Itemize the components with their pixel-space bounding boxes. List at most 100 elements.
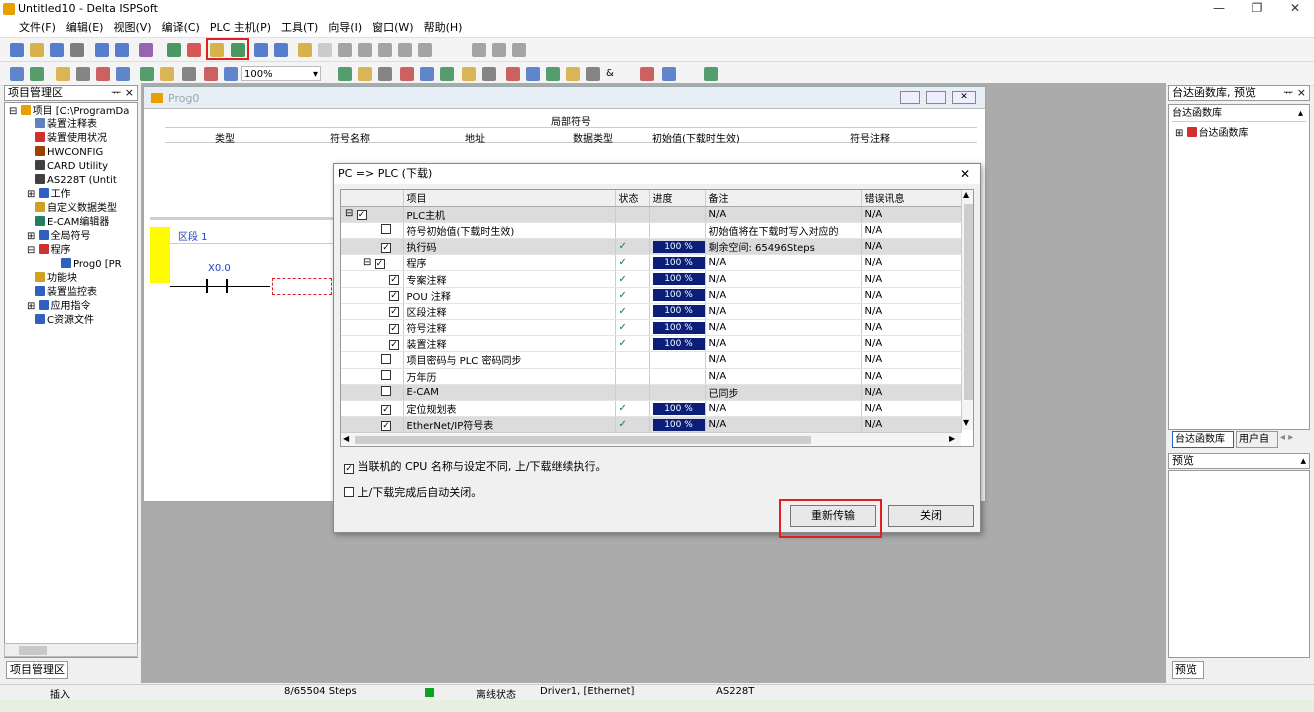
maximize-button[interactable]: ❐ (1238, 0, 1276, 18)
toolbar-icon[interactable] (482, 67, 496, 81)
tree-item[interactable]: C资源文件 (35, 314, 94, 327)
toolbar-icon[interactable] (506, 67, 520, 81)
row-checkbox[interactable]: ✓ (381, 242, 391, 253)
table-row[interactable]: ⊟ ✓ PLC主机 N/A N/A (341, 206, 962, 223)
toolbar-icon[interactable] (358, 43, 372, 57)
toolbar-icon[interactable] (462, 67, 476, 81)
toolbar-icon[interactable] (378, 67, 392, 81)
toolbar-icon[interactable] (298, 43, 312, 57)
toolbar-icon[interactable] (10, 43, 24, 57)
toolbar-icon[interactable] (338, 67, 352, 81)
toolbar-icon[interactable] (95, 43, 109, 57)
vscroll-thumb[interactable] (964, 204, 973, 400)
menu-item-0[interactable]: 文件(F) (14, 18, 61, 38)
tree-cell[interactable] (341, 351, 404, 369)
tree-item[interactable]: 自定义数据类型 (35, 202, 117, 215)
tab-scroll-arrows[interactable]: ◂ ▸ (1280, 432, 1293, 443)
toolbar-icon[interactable] (96, 67, 110, 81)
menu-item-8[interactable]: 帮助(H) (419, 18, 468, 38)
table-row[interactable]: 万年历 N/A N/A (341, 368, 962, 385)
table-row[interactable]: ⊟ ✓ 程序 ✓ 100 % N/A N/A (341, 254, 962, 272)
checkbox-autoclose[interactable] (344, 487, 354, 497)
table-row[interactable]: ✓ 执行码 ✓ 100 % 剩余空间: 65496Steps N/A (341, 238, 962, 256)
toolbar-icon[interactable] (398, 43, 412, 57)
tree-item[interactable]: ⊟ 项目 [C:\ProgramDa (9, 105, 129, 118)
toolbar-icon[interactable] (204, 67, 218, 81)
panel-pin-icon[interactable]: ᅲ × (1283, 86, 1306, 100)
tab-user-library[interactable]: 用户自 (1236, 431, 1278, 448)
menu-item-1[interactable]: 编辑(E) (61, 18, 109, 38)
ladder-cursor[interactable] (272, 278, 332, 295)
row-checkbox[interactable]: ✓ (389, 323, 399, 334)
row-checkbox[interactable]: ✓ (381, 420, 391, 431)
table-row[interactable]: ✓ 符号注释 ✓ 100 % N/A N/A (341, 319, 962, 337)
toolbar-icon[interactable] (492, 43, 506, 57)
tree-cell[interactable]: ✓ (341, 319, 404, 337)
toolbar-icon[interactable] (70, 43, 84, 57)
minimize-button[interactable]: — (1200, 0, 1238, 18)
menu-item-4[interactable]: PLC 主机(P) (205, 18, 276, 38)
toolbar-icon[interactable] (116, 67, 130, 81)
library-node[interactable]: ⊞ 台达函数库 (1175, 127, 1249, 140)
arrow-up-icon[interactable]: ▲ (963, 190, 969, 199)
tree-cell[interactable]: ✓ (341, 416, 404, 434)
tree-cell[interactable] (341, 368, 404, 385)
row-checkbox[interactable]: ✓ (374, 258, 385, 269)
toolbar-icon[interactable] (662, 67, 676, 81)
menu-item-7[interactable]: 窗口(W) (367, 18, 418, 38)
tree-item[interactable]: Prog0 [PR (61, 258, 122, 271)
toolbar-icon[interactable] (115, 43, 129, 57)
row-checkbox[interactable]: ✓ (389, 275, 399, 286)
toolbar-icon[interactable] (274, 43, 288, 57)
toolbar-icon[interactable] (512, 43, 526, 57)
table-row[interactable]: ✓ 区段注释 ✓ 100 % N/A N/A (341, 303, 962, 321)
close-dialog-button[interactable]: 关闭 (888, 505, 974, 527)
toolbar-icon[interactable] (546, 67, 560, 81)
tree-cell[interactable]: ✓ (341, 303, 404, 321)
tree-item[interactable]: AS228T (Untit (35, 174, 117, 187)
table-row[interactable]: E-CAM 已同步 N/A (341, 384, 962, 401)
tree-cell[interactable]: ✓ (341, 270, 404, 288)
hscroll-thumb[interactable] (355, 436, 811, 444)
toolbar-icon[interactable] (472, 43, 486, 57)
arrow-left-icon[interactable]: ◀ (343, 434, 349, 443)
tree-cell[interactable]: ✓ (341, 238, 404, 256)
tree-cell[interactable]: ✓ (341, 287, 404, 304)
table-row[interactable]: ✓ 专案注释 ✓ 100 % N/A N/A (341, 270, 962, 288)
toolbar-icon[interactable] (139, 43, 153, 57)
table-row[interactable]: ✓ EtherNet/IP符号表 ✓ 100 % N/A N/A (341, 416, 962, 434)
toolbar-icon[interactable] (187, 43, 201, 57)
panel-pin-icon[interactable]: ᅲ × (111, 86, 134, 100)
tree-hscroll[interactable] (4, 643, 138, 657)
toolbar-icon[interactable] (418, 43, 432, 57)
toolbar-icon[interactable] (526, 67, 540, 81)
row-checkbox[interactable] (381, 353, 391, 364)
zoom-select[interactable]: 100% ▾ (241, 66, 321, 81)
arrow-down-icon[interactable]: ▼ (963, 418, 969, 427)
toolbar-icon[interactable] (30, 67, 44, 81)
toolbar-icon[interactable] (182, 67, 196, 81)
tree-item[interactable]: 装置使用状况 (35, 132, 107, 145)
toolbar-icon[interactable] (254, 43, 268, 57)
toolbar-icon[interactable] (10, 67, 24, 81)
tree-cell[interactable]: ✓ (341, 335, 404, 353)
tree-item[interactable]: ⊞ 应用指令 (27, 300, 91, 313)
tree-cell[interactable]: ✓ (341, 400, 404, 418)
row-checkbox[interactable] (381, 370, 391, 381)
table-row[interactable]: ✓ POU 注释 ✓ 100 % N/A N/A (341, 287, 962, 304)
tree-cell[interactable]: ⊟ ✓ (341, 206, 404, 223)
row-checkbox[interactable]: ✓ (389, 307, 399, 318)
row-checkbox[interactable]: ✓ (389, 291, 399, 302)
toolbar-icon[interactable] (586, 67, 600, 81)
tree-item[interactable]: 功能块 (35, 272, 77, 285)
grid-vscroll[interactable]: ▲ ▼ (961, 190, 973, 430)
expand-icon[interactable]: ⊟ (345, 208, 353, 219)
toolbar-icon[interactable] (160, 67, 174, 81)
tree-item[interactable]: 装置监控表 (35, 286, 97, 299)
tab-project[interactable]: 项目管理区 (6, 661, 68, 679)
tree-item[interactable]: ⊟ 程序 (27, 244, 71, 257)
expand-icon[interactable]: ⊟ (363, 257, 371, 268)
option-continue[interactable]: ✓ 当联机的 CPU 名称与设定不同, 上/下载继续执行。 (344, 458, 607, 474)
prog-min-button[interactable] (900, 91, 920, 104)
toolbar-icon[interactable] (50, 43, 64, 57)
